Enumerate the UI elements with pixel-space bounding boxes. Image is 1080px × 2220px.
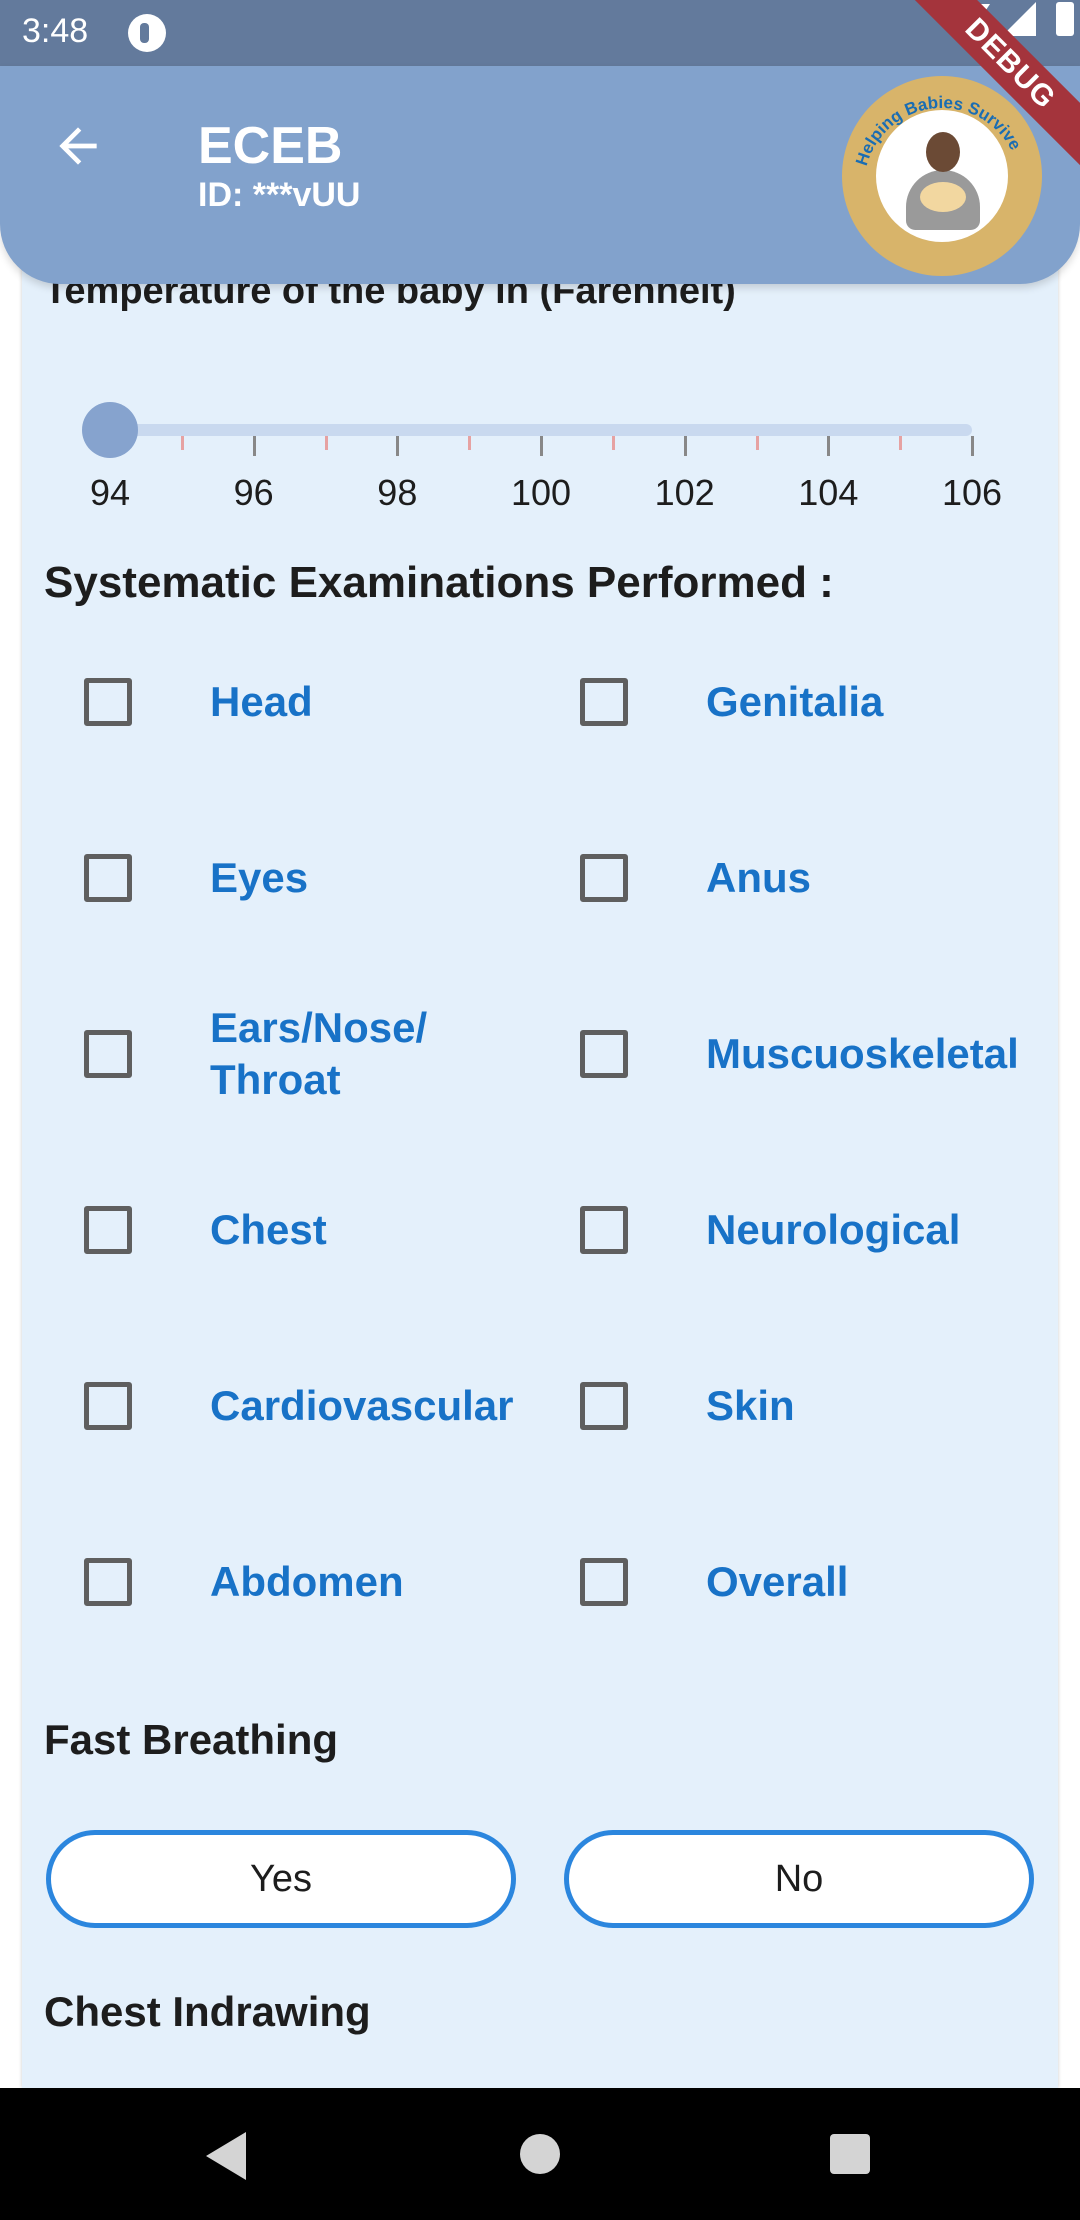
exam-item-cardiovascular[interactable]: Cardiovascular: [22, 1344, 514, 1464]
slider-tick-label: 94: [89, 472, 131, 513]
exam-label-ears-nose-throat: Ears/Nose/ Throat: [210, 1004, 428, 1103]
slider-tick-label: 96: [233, 472, 274, 513]
system-navigation-bar: [0, 2088, 1080, 2220]
fast-breathing-no-button[interactable]: No: [564, 1830, 1034, 1928]
slider-tick-label: 104: [798, 472, 859, 513]
slider-tick: [180, 436, 184, 450]
exam-label-abdomen: Abdomen: [210, 1558, 404, 1605]
exam-label-eyes: Eyes: [210, 854, 309, 901]
chest-indrawing-title: Chest Indrawing: [44, 1988, 371, 2035]
exam-item-muscuoskeletal[interactable]: Muscuoskeletal: [518, 992, 1019, 1112]
exam-label-head: Head: [210, 678, 313, 725]
checkbox-anus[interactable]: [580, 854, 628, 902]
slider-tick: [468, 436, 472, 450]
slider-tick: [971, 436, 974, 456]
exam-item-head[interactable]: Head: [22, 640, 512, 760]
checkbox-genitalia[interactable]: [580, 678, 628, 726]
exam-item-skin[interactable]: Skin: [518, 1344, 1008, 1464]
fast-breathing-yes-button[interactable]: Yes: [46, 1830, 516, 1928]
slider-tick-label: 100: [510, 472, 572, 513]
helping-babies-survive-logo: Helping Babies Survive: [842, 76, 1042, 276]
checkbox-eyes[interactable]: [84, 854, 132, 902]
temperature-slider-track[interactable]: [110, 424, 972, 436]
fast-breathing-title: Fast Breathing: [44, 1716, 339, 1763]
exam-item-chest[interactable]: Chest: [22, 1168, 512, 1288]
checkbox-muscuoskeletal[interactable]: [580, 1030, 628, 1078]
exam-label-muscuoskeletal: Muscuoskeletal: [706, 1030, 1019, 1077]
arrow-left-icon[interactable]: [50, 118, 106, 174]
status-time: 3:48: [22, 12, 89, 50]
examinations-title: Systematic Examinations Performed :: [44, 558, 834, 607]
nav-home-icon[interactable]: [520, 2134, 560, 2174]
checkbox-head[interactable]: [84, 678, 132, 726]
exam-label-cardiovascular: Cardiovascular: [210, 1382, 514, 1429]
app-notification-icon: [128, 14, 166, 52]
exam-label-overall: Overall: [706, 1558, 849, 1605]
logo-text: Helping Babies Survive: [852, 93, 1025, 168]
svg-text:Helping Babies Survive: Helping Babies Survive: [852, 93, 1025, 168]
checkbox-overall[interactable]: [580, 1558, 628, 1606]
exam-item-ears-nose-throat[interactable]: Ears/Nose/ Throat: [22, 992, 512, 1112]
patient-id: ID: ***vUU: [198, 176, 361, 214]
slider-tick: [827, 436, 831, 456]
checkbox-skin[interactable]: [580, 1382, 628, 1430]
checkbox-ears-nose-throat[interactable]: [84, 1030, 132, 1078]
slider-tick: [252, 436, 256, 456]
logo-text-ring: Helping Babies Survive: [852, 93, 1025, 168]
exam-item-eyes[interactable]: Eyes: [22, 816, 512, 936]
battery-icon: [1056, 2, 1074, 36]
exam-item-neurological[interactable]: Neurological: [518, 1168, 1008, 1288]
exam-label-chest: Chest: [210, 1206, 327, 1253]
slider-tick: [611, 436, 615, 450]
checkbox-cardiovascular[interactable]: [84, 1382, 132, 1430]
exam-item-overall[interactable]: Overall: [518, 1520, 1008, 1640]
exam-item-abdomen[interactable]: Abdomen: [22, 1520, 512, 1640]
checkbox-chest[interactable]: [84, 1206, 132, 1254]
app-bar: ECEB ID: ***vUU Helping Babies Survive: [0, 66, 1080, 284]
status-bar: 3:48: [0, 0, 1080, 66]
checkbox-neurological[interactable]: [580, 1206, 628, 1254]
slider-tick-label: 106: [941, 472, 1003, 513]
slider-tick: [396, 436, 400, 456]
slider-tick: [683, 436, 687, 456]
slider-tick-label: 98: [377, 472, 418, 513]
exam-label-skin: Skin: [706, 1382, 795, 1429]
page-title: ECEB: [198, 117, 343, 175]
exam-label-genitalia: Genitalia: [706, 678, 884, 725]
slider-tick: [540, 436, 543, 456]
nav-back-icon[interactable]: [206, 2132, 246, 2180]
form-card: Temperature of the baby in (Farenheit) 9…: [22, 240, 1058, 2088]
slider-tick: [899, 436, 903, 450]
slider-tick: [324, 436, 328, 450]
slider-tick-label: 102: [654, 472, 715, 513]
checkbox-abdomen[interactable]: [84, 1558, 132, 1606]
nav-recents-icon[interactable]: [830, 2134, 870, 2174]
temperature-slider-thumb[interactable]: [82, 402, 138, 458]
slider-tick: [755, 436, 759, 450]
exam-label-anus: Anus: [706, 854, 811, 901]
exam-item-genitalia[interactable]: Genitalia: [518, 640, 1008, 760]
exam-label-neurological: Neurological: [706, 1206, 961, 1253]
exam-item-anus[interactable]: Anus: [518, 816, 1008, 936]
